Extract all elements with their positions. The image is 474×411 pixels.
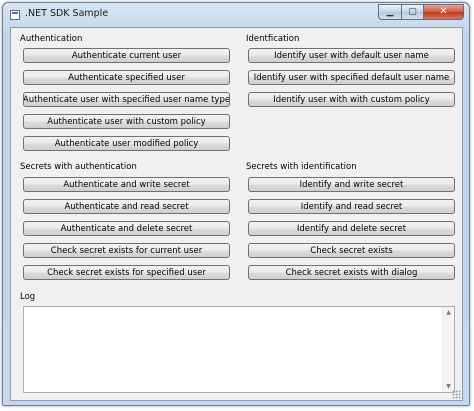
minimize-button[interactable]: ▁ [378, 4, 402, 20]
log-vertical-scrollbar[interactable]: ▲ ▼ [442, 307, 454, 392]
authenticate-write-secret-button[interactable]: Authenticate and write secret [23, 177, 230, 192]
authenticate-modified-policy-button[interactable]: Authenticate user modified policy [23, 136, 230, 151]
maximize-button[interactable]: ▢ [402, 4, 424, 20]
close-button[interactable]: ✕ [424, 4, 464, 20]
check-secret-specified-user-button[interactable]: Check secret exists for specified user [23, 265, 230, 280]
identify-default-user-name-button[interactable]: Identify user with default user name [248, 48, 455, 63]
scroll-up-icon[interactable]: ▲ [443, 307, 454, 318]
identify-specified-default-user-name-button[interactable]: Identify user with specified default use… [248, 70, 455, 85]
maximize-icon: ▢ [408, 6, 417, 17]
check-secret-exists-dialog-button[interactable]: Check secret exists with dialog [248, 265, 455, 280]
authenticate-read-secret-button[interactable]: Authenticate and read secret [23, 199, 230, 214]
log-label: Log [20, 292, 36, 302]
window-title: .NET SDK Sample [25, 8, 109, 19]
secrets-identification-label: Secrets with identification [246, 162, 357, 172]
authentication-label: Authentication [20, 34, 83, 44]
identify-delete-secret-button[interactable]: Identify and delete secret [248, 221, 455, 236]
secrets-authentication-label: Secrets with authentication [20, 162, 137, 172]
client-area: Authentication Authenticate current user… [10, 27, 463, 401]
check-secret-current-user-button[interactable]: Check secret exists for current user [23, 243, 230, 258]
minimize-icon: ▁ [386, 6, 394, 17]
identification-label: Identfication [246, 34, 300, 44]
identify-read-secret-button[interactable]: Identify and read secret [248, 199, 455, 214]
authenticate-user-name-type-button[interactable]: Authenticate user with specified user na… [23, 92, 230, 107]
app-window: .NET SDK Sample ▁ ▢ ✕ Authentication Aut… [2, 2, 470, 406]
identify-write-secret-button[interactable]: Identify and write secret [248, 177, 455, 192]
resize-grip-icon[interactable] [452, 390, 461, 399]
close-icon: ✕ [439, 6, 448, 17]
check-secret-exists-button[interactable]: Check secret exists [248, 243, 455, 258]
authenticate-custom-policy-button[interactable]: Authenticate user with custom policy [23, 114, 230, 129]
identify-custom-policy-button[interactable]: Identify user with with custom policy [248, 92, 455, 107]
authenticate-current-user-button[interactable]: Authenticate current user [23, 48, 230, 63]
app-window-icon[interactable] [10, 10, 20, 20]
authenticate-delete-secret-button[interactable]: Authenticate and delete secret [23, 221, 230, 236]
authenticate-specified-user-button[interactable]: Authenticate specified user [23, 70, 230, 85]
log-textbox[interactable]: ▲ ▼ [23, 306, 455, 393]
title-bar[interactable]: .NET SDK Sample ▁ ▢ ✕ [3, 3, 469, 27]
window-caption-buttons: ▁ ▢ ✕ [378, 4, 464, 22]
